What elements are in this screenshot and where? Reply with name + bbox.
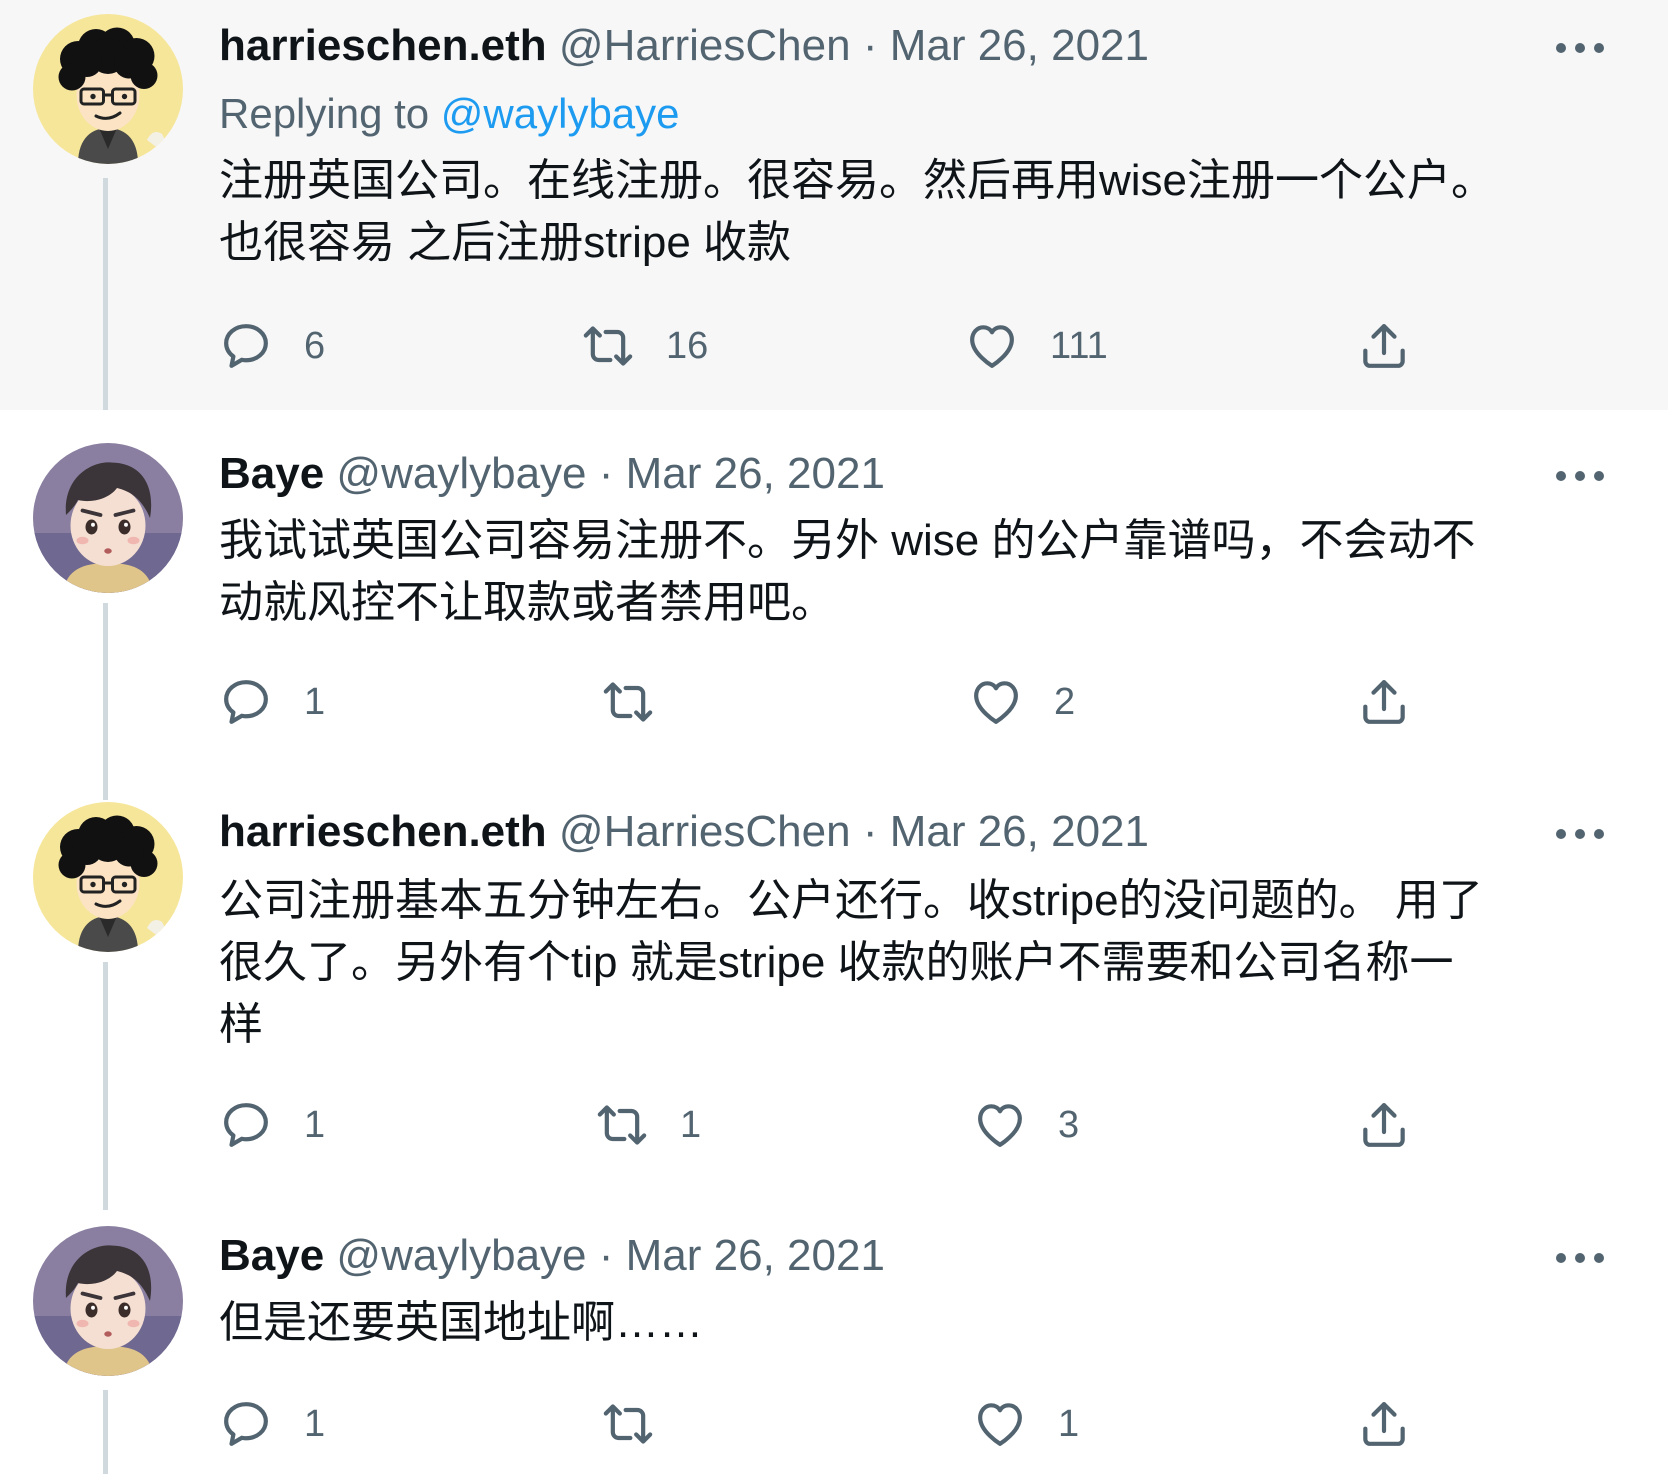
- retweet-arrows-icon: [580, 318, 636, 374]
- share-button[interactable]: [1356, 1394, 1412, 1454]
- like-count: 2: [1054, 680, 1076, 723]
- more-dots-icon: [1556, 471, 1566, 481]
- avatar[interactable]: [33, 802, 183, 952]
- thread-line: [103, 603, 108, 790]
- tweet-text: 我试试英国公司容易注册不。另外 wise 的公户靠谱吗，不会动不 动就风控不让取…: [219, 516, 1476, 627]
- like-count: 3: [1058, 1103, 1080, 1146]
- thread-line: [103, 178, 108, 410]
- separator-dot: ·: [598, 1231, 614, 1280]
- avatar-image: [33, 14, 183, 164]
- like-button[interactable]: 2: [968, 672, 1075, 732]
- tweet-text: 但是还要英国地址啊……: [219, 1298, 703, 1347]
- avatar[interactable]: [33, 1226, 183, 1376]
- reply-bubble-icon: [218, 1097, 274, 1153]
- thread-line: [103, 790, 108, 800]
- retweet-button[interactable]: 16: [580, 316, 708, 376]
- reply-count: 1: [304, 680, 326, 723]
- heart-icon: [964, 318, 1020, 374]
- tweet-date[interactable]: Mar 26, 2021: [626, 449, 885, 498]
- reply-button[interactable]: 1: [218, 672, 325, 732]
- thread-line: [103, 1390, 108, 1474]
- separator-dot: ·: [862, 807, 878, 856]
- more-options-button[interactable]: [1550, 814, 1610, 854]
- replying-label: Replying to: [219, 90, 430, 137]
- heart-icon: [968, 674, 1024, 730]
- tweet[interactable]: Baye @waylybaye · Mar 26, 2021 我试试英国公司容易…: [0, 410, 1668, 790]
- like-count: 111: [1050, 324, 1108, 367]
- reply-button[interactable]: 1: [218, 1394, 325, 1454]
- reply-bubble-icon: [218, 1396, 274, 1452]
- retweet-count: 1: [680, 1103, 702, 1146]
- retweet-arrows-icon: [594, 1097, 650, 1153]
- heart-icon: [972, 1097, 1028, 1153]
- like-button[interactable]: 1: [972, 1394, 1079, 1454]
- reply-bubble-icon: [218, 674, 274, 730]
- share-button[interactable]: [1356, 672, 1412, 732]
- user-handle[interactable]: @HarriesChen: [559, 807, 851, 856]
- reply-count: 6: [304, 324, 326, 367]
- separator-dot: ·: [598, 449, 614, 498]
- reply-button[interactable]: 6: [218, 316, 325, 376]
- more-dots-icon: [1556, 43, 1566, 53]
- display-name[interactable]: Baye: [219, 1231, 324, 1280]
- tweet-text: 注册英国公司。在线注册。很容易。然后再用wise注册一个公户。 也很容易 之后注…: [219, 156, 1496, 267]
- tweet-date[interactable]: Mar 26, 2021: [890, 21, 1149, 70]
- tweet[interactable]: Baye @waylybaye · Mar 26, 2021 但是还要英国地址啊…: [0, 1210, 1668, 1474]
- like-count: 1: [1058, 1402, 1080, 1445]
- conversation-thread: harrieschen.eth @HarriesChen · Mar 26, 2…: [0, 0, 1668, 1474]
- display-name[interactable]: harrieschen.eth: [219, 21, 547, 70]
- tweet-header: Baye @waylybaye · Mar 26, 2021: [219, 1228, 885, 1284]
- display-name[interactable]: harrieschen.eth: [219, 807, 547, 856]
- tweet-header: Baye @waylybaye · Mar 26, 2021: [219, 446, 885, 502]
- reply-count: 1: [304, 1103, 326, 1146]
- tweet-date[interactable]: Mar 26, 2021: [626, 1231, 885, 1280]
- mention-link[interactable]: @waylybaye: [441, 90, 680, 137]
- retweet-arrows-icon: [600, 1396, 656, 1452]
- heart-icon: [972, 1396, 1028, 1452]
- share-upload-icon: [1356, 1097, 1412, 1153]
- more-dots-icon: [1556, 829, 1566, 839]
- tweet-header: harrieschen.eth @HarriesChen · Mar 26, 2…: [219, 18, 1149, 74]
- more-options-button[interactable]: [1550, 1238, 1610, 1278]
- tweet[interactable]: harrieschen.eth @HarriesChen · Mar 26, 2…: [0, 0, 1668, 410]
- retweet-button[interactable]: [600, 672, 686, 732]
- avatar[interactable]: [33, 14, 183, 164]
- retweet-count: 16: [666, 324, 709, 367]
- avatar[interactable]: [33, 443, 183, 593]
- retweet-arrows-icon: [600, 674, 656, 730]
- share-button[interactable]: [1356, 316, 1412, 376]
- share-upload-icon: [1356, 1396, 1412, 1452]
- separator-dot: ·: [862, 21, 878, 70]
- more-dots-icon: [1556, 1253, 1566, 1263]
- like-button[interactable]: 3: [972, 1095, 1079, 1155]
- share-upload-icon: [1356, 318, 1412, 374]
- avatar-image: [33, 802, 183, 952]
- more-options-button[interactable]: [1550, 28, 1610, 68]
- share-button[interactable]: [1356, 1095, 1412, 1155]
- like-button[interactable]: 111: [964, 316, 1108, 376]
- user-handle[interactable]: @waylybaye: [336, 449, 586, 498]
- thread-line: [103, 962, 108, 1210]
- retweet-button[interactable]: [600, 1394, 686, 1454]
- more-options-button[interactable]: [1550, 456, 1610, 496]
- reply-bubble-icon: [218, 318, 274, 374]
- reply-count: 1: [304, 1402, 326, 1445]
- retweet-button[interactable]: 1: [594, 1095, 701, 1155]
- reply-button[interactable]: 1: [218, 1095, 325, 1155]
- display-name[interactable]: Baye: [219, 449, 324, 498]
- tweet-date[interactable]: Mar 26, 2021: [890, 807, 1149, 856]
- tweet-header: harrieschen.eth @HarriesChen · Mar 26, 2…: [219, 804, 1149, 860]
- avatar-image: [33, 1226, 183, 1376]
- replying-to: Replying to @waylybaye: [219, 86, 680, 142]
- avatar-image: [33, 443, 183, 593]
- user-handle[interactable]: @HarriesChen: [559, 21, 851, 70]
- tweet[interactable]: harrieschen.eth @HarriesChen · Mar 26, 2…: [0, 790, 1668, 1210]
- share-upload-icon: [1356, 674, 1412, 730]
- user-handle[interactable]: @waylybaye: [336, 1231, 586, 1280]
- tweet-text: 公司注册基本五分钟左右。公户还行。收stripe的没问题的。 用了 很久了。另外…: [219, 876, 1483, 1049]
